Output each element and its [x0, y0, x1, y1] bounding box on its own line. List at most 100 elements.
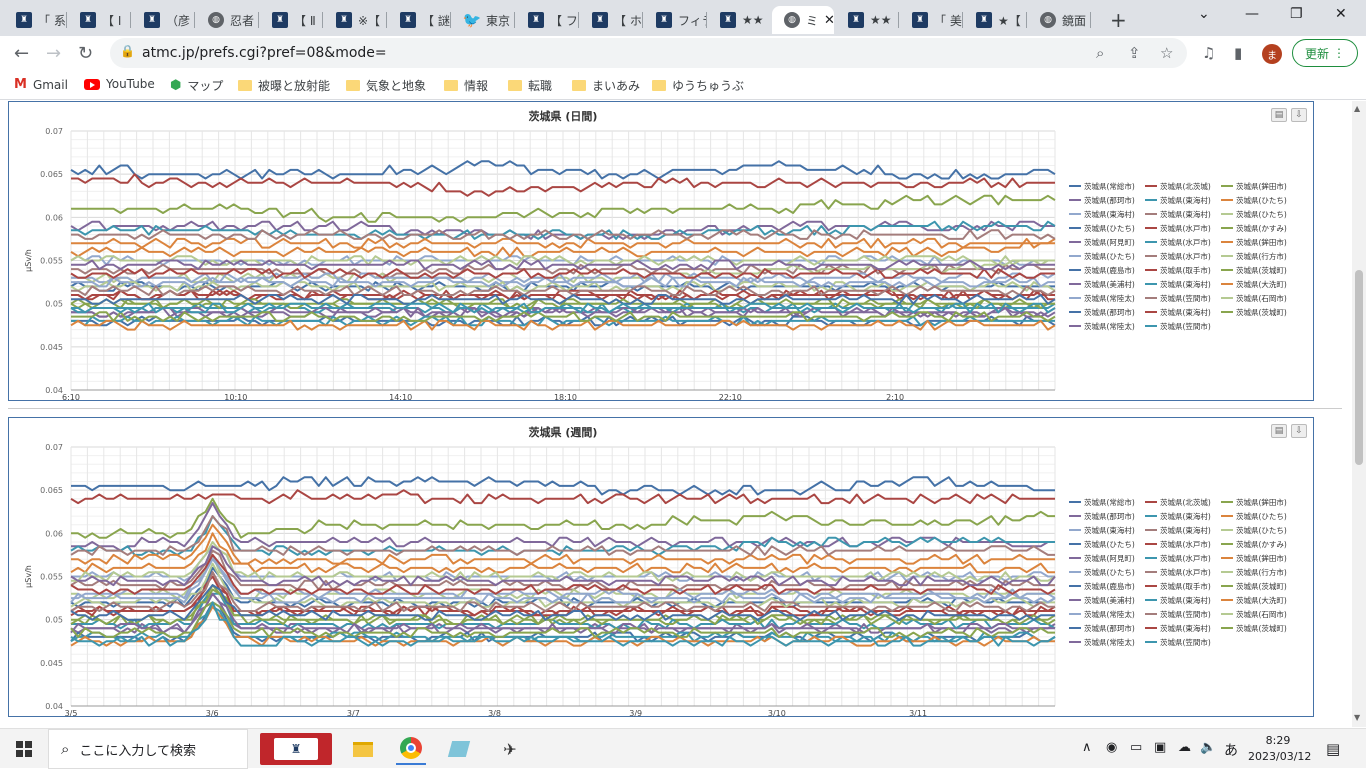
legend-item: 茨城県(東海村): [1160, 595, 1211, 605]
tab-17[interactable]: ◍ 鏡面: [1028, 6, 1090, 34]
close-tab-icon[interactable]: ✕: [824, 13, 834, 28]
daily-chart-svg: 茨城県 (日間) 0.07 0.065 0.06 0.055 0.05 0.045 0.046…: [24, 109, 1287, 402]
battery-icon[interactable]: ▭: [1130, 740, 1142, 755]
scroll-up-icon[interactable]: ▲: [1354, 104, 1360, 113]
ime-indicator[interactable]: あ: [1224, 740, 1238, 760]
bookmark-item[interactable]: YouTube: [84, 77, 155, 91]
download-icon[interactable]: ⇩: [1291, 424, 1307, 438]
forward-icon[interactable]: →: [46, 43, 61, 64]
legend-item: 茨城県(茨城町): [1236, 307, 1287, 317]
avatar[interactable]: ま: [1262, 44, 1282, 64]
tab-12[interactable]: ♜ ★★: [708, 6, 770, 34]
tab-4[interactable]: ◍ 忍者: [196, 6, 258, 34]
tab-5[interactable]: ♜ 【 Ⅱ: [260, 6, 322, 34]
media-control-icon[interactable]: ♫: [1202, 44, 1215, 62]
bookmark-item[interactable]: M Gmail: [14, 77, 68, 92]
share-icon[interactable]: ⇪: [1128, 44, 1141, 62]
scrollbar-thumb[interactable]: [1355, 270, 1363, 465]
maximize-button[interactable]: ❐: [1290, 6, 1303, 22]
tab-separator: [706, 12, 707, 28]
minimize-button[interactable]: —: [1245, 6, 1259, 22]
legend-item: 茨城県(茨城町): [1236, 581, 1287, 591]
tab-title: 忍者: [230, 13, 255, 28]
tab-title: ★【: [998, 13, 1021, 28]
tab-10[interactable]: ♜ 【 ホ: [580, 6, 642, 34]
reload-icon[interactable]: ↻: [78, 43, 93, 64]
system-clock[interactable]: 8:29 2023/03/12: [1248, 733, 1311, 765]
network-icon[interactable]: ▣: [1154, 740, 1166, 755]
legend-item: 茨城県(常陸太): [1084, 321, 1135, 331]
tab-8[interactable]: 🐦 東京: [452, 6, 514, 34]
clock-time: 8:29: [1265, 734, 1291, 747]
tab-6[interactable]: ♜ ※【: [324, 6, 386, 34]
tab-16[interactable]: ♜ ★【: [964, 6, 1026, 34]
weekly-chart: 茨城県 (週間) 0.07 0.065 0.06 0.055 0.05 0.045 0.04 3…: [8, 417, 1314, 718]
tab-separator: [898, 12, 899, 28]
bookmark-item[interactable]: 被曝と放射能: [238, 77, 330, 94]
legend-item: 茨城県(笠間市): [1160, 609, 1211, 619]
tab-13[interactable]: ◍ ミ ✕: [772, 6, 834, 34]
windows-start-icon[interactable]: [16, 741, 32, 757]
download-icon[interactable]: ⇩: [1291, 108, 1307, 122]
onedrive-icon[interactable]: ☁: [1178, 740, 1191, 755]
back-icon[interactable]: ←: [14, 43, 29, 64]
tab-3[interactable]: ♜ （彦: [132, 6, 194, 34]
widget-app-icon[interactable]: ♜: [260, 733, 332, 765]
meet-now-icon[interactable]: ◉: [1106, 740, 1117, 755]
tab-7[interactable]: ♜ 【 謎: [388, 6, 450, 34]
bookmark-label: 被曝と放射能: [258, 79, 331, 93]
legend-item: 茨城県(鉾田市): [1236, 237, 1287, 247]
airplane-app-icon[interactable]: ✈: [492, 733, 528, 765]
bookmark-item[interactable]: ⬢ マップ: [170, 77, 223, 94]
volume-icon[interactable]: 🔈: [1200, 740, 1216, 755]
bookmark-item[interactable]: 転職: [508, 77, 552, 94]
bookmark-item[interactable]: 情報: [444, 77, 488, 94]
zoom-icon[interactable]: ⌕: [1096, 44, 1104, 62]
search-placeholder: ここに入力して検索: [79, 743, 197, 759]
tab-14[interactable]: ♜ ★★: [836, 6, 898, 34]
legend-item: 茨城県(水戸市): [1160, 251, 1211, 261]
show-hidden-icons-icon[interactable]: ∧: [1082, 740, 1092, 755]
tab-1[interactable]: ♜ 「 系: [4, 6, 66, 34]
update-button[interactable]: 更新 ⋮: [1292, 39, 1358, 67]
legend-item: 茨城県(鉾田市): [1236, 181, 1287, 191]
tab-2[interactable]: ♜ 【 Ⅰ: [68, 6, 130, 34]
tab-separator: [962, 12, 963, 28]
notification-icon[interactable]: ▤: [1326, 740, 1340, 758]
side-panel-icon[interactable]: ▮: [1234, 44, 1242, 62]
y-tick-label: 0.065: [40, 170, 63, 179]
tab-title: 「 美: [934, 13, 962, 28]
address-bar[interactable]: 🔒 atmc.jp/prefs.cgi?pref=08&mode= ⌕ ⇪ ☆: [110, 38, 1187, 68]
bookmark-item[interactable]: ゆうちゅうぶ: [652, 77, 744, 94]
site-favicon-icon: ♜: [336, 12, 352, 28]
y-axis-label: μSv/h: [24, 249, 33, 272]
file-explorer-icon[interactable]: [348, 733, 378, 765]
tab-11[interactable]: ♜ フィラ: [644, 6, 706, 34]
folder-icon: [346, 80, 360, 91]
x-tick-label: 14:10: [389, 393, 412, 402]
y-tick-label: 0.04: [45, 702, 63, 711]
tab-15[interactable]: ♜ 「 美: [900, 6, 962, 34]
legend-item: 茨城県(美浦村): [1084, 595, 1135, 605]
bookmark-star-icon[interactable]: ☆: [1160, 44, 1173, 62]
tab-title: ※【: [358, 13, 381, 28]
tab-search-icon[interactable]: ⌄: [1198, 6, 1210, 22]
lock-icon[interactable]: 🔒: [120, 44, 135, 58]
url-text[interactable]: atmc.jp/prefs.cgi?pref=08&mode=: [142, 45, 387, 61]
y-tick-label: 0.065: [40, 486, 63, 495]
taskbar-search-box[interactable]: ⌕ ここに入力して検索: [48, 729, 248, 769]
print-icon[interactable]: ▤: [1271, 108, 1287, 122]
close-window-button[interactable]: ✕: [1335, 6, 1347, 22]
bookmark-item[interactable]: 気象と地象: [346, 77, 426, 94]
bookmark-item[interactable]: まいあみ: [572, 77, 640, 94]
chrome-icon[interactable]: [396, 733, 426, 765]
notepad-icon[interactable]: [444, 733, 474, 765]
scroll-down-icon[interactable]: ▼: [1354, 713, 1360, 722]
legend-item: 茨城県(那珂市): [1084, 623, 1135, 633]
tab-9[interactable]: ♜ 【 フ: [516, 6, 578, 34]
folder-icon: [508, 80, 522, 91]
new-tab-button[interactable]: +: [1110, 8, 1127, 32]
legend-item: 茨城県(大洗町): [1236, 595, 1287, 605]
print-icon[interactable]: ▤: [1271, 424, 1287, 438]
y-tick-label: 0.045: [40, 343, 63, 352]
